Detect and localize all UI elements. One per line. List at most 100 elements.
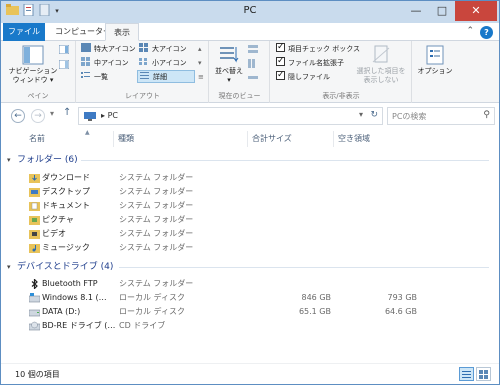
show-hide-group-label: 表示/非表示 [322, 92, 360, 100]
hide-selected-icon [372, 45, 390, 63]
search-box[interactable]: ⚲ [387, 107, 495, 125]
list-item[interactable]: BD-RE ドライブ (… CD ドライブ [1, 319, 499, 333]
breadcrumb[interactable]: ▸ PC [101, 111, 118, 120]
view-switcher [459, 367, 491, 381]
large-icons-view-button[interactable] [476, 367, 491, 381]
item-name: ミュージック [42, 243, 90, 252]
tab-file[interactable]: ファイル [3, 23, 45, 41]
item-name: Bluetooth FTP [42, 279, 98, 288]
collapse-chevron-icon[interactable]: ▾ [7, 260, 17, 274]
size-columns-icon[interactable] [248, 73, 261, 86]
item-checkboxes-toggle[interactable]: 項目チェック ボックス [276, 41, 360, 56]
column-header-name[interactable]: ▲ 名前 [25, 129, 114, 147]
details-pane-button[interactable] [59, 60, 72, 73]
navigation-pane-button[interactable]: ナビゲーション ウィンドウ ▾ [7, 45, 59, 85]
checkbox-checked[interactable] [276, 55, 285, 68]
checkbox-checked[interactable] [276, 69, 285, 82]
search-icon[interactable]: ⚲ [483, 110, 490, 120]
list-item[interactable]: ダウンロード システム フォルダー [1, 171, 499, 185]
close-button[interactable]: ✕ [455, 1, 497, 21]
breadcrumb-pc[interactable]: PC [108, 111, 118, 120]
options-button[interactable]: オプション [415, 45, 455, 76]
column-header-free-space[interactable]: 空き領域 [334, 131, 420, 147]
layout-list[interactable]: 一覧 [81, 71, 108, 84]
group-by-icon[interactable] [248, 45, 261, 58]
details-view-button[interactable] [459, 367, 474, 381]
column-header-total-size[interactable]: 合計サイズ [248, 131, 334, 147]
extra-large-icons-label: 特大アイコン [94, 45, 136, 53]
file-list: ▲ 名前 種類 合計サイズ 空き領域 ▾ フォルダー (6) ダウンロード システ… [1, 129, 499, 363]
section-divider [81, 160, 489, 161]
layout-extra-large-icons[interactable]: 特大アイコン [81, 43, 136, 56]
checkbox-checked[interactable] [276, 41, 285, 54]
details-view-icon [462, 371, 471, 378]
layout-large-icons[interactable]: 大アイコン [139, 43, 187, 56]
refresh-icon[interactable]: ↻ [370, 110, 378, 120]
sort-by-icon [220, 47, 239, 63]
layout-group: 特大アイコン 大アイコン 中アイコン 小アイコン 一覧 詳細 ▴ ▾ ≡ レイア… [77, 41, 209, 103]
layout-medium-icons[interactable]: 中アイコン [81, 57, 129, 70]
pc-icon [84, 112, 96, 121]
item-name: BD-RE ドライブ (… [42, 321, 116, 330]
sort-by-button[interactable]: 並べ替え ▾ [214, 45, 244, 85]
layout-details[interactable]: 詳細 [137, 70, 195, 83]
layout-small-icons[interactable]: 小アイコン [139, 57, 187, 70]
maximize-button[interactable]: □ [429, 1, 455, 21]
section-divider [119, 267, 489, 268]
sort-by-dropdown: ▾ [227, 76, 231, 84]
up-button[interactable]: ↑ [63, 107, 71, 118]
list-item[interactable]: DATA (D:) ローカル ディスク 65.1 GB 64.6 GB [1, 305, 499, 319]
item-type: システム フォルダー [119, 229, 194, 238]
list-item[interactable]: ミュージック システム フォルダー [1, 241, 499, 255]
list-item[interactable]: ピクチャ システム フォルダー [1, 213, 499, 227]
address-bar[interactable]: ▸ PC ▾ ↻ [78, 107, 383, 125]
list-item[interactable]: デスクトップ システム フォルダー [1, 185, 499, 199]
layout-more-icon[interactable]: ≡ [198, 71, 204, 84]
list-item[interactable]: ドキュメント システム フォルダー [1, 199, 499, 213]
file-extensions-toggle[interactable]: ファイル名拡張子 [276, 55, 344, 70]
section-devices-label: デバイスとドライブ (4) [17, 262, 114, 272]
details-label: 詳細 [153, 73, 167, 81]
item-name: ビデオ [42, 229, 66, 238]
hidden-items-label: 隠しファイル [288, 73, 330, 81]
layout-scroll-down-icon[interactable]: ▾ [198, 57, 202, 70]
item-type: ローカル ディスク [119, 293, 185, 302]
large-icons-view-icon [479, 370, 488, 379]
collapse-chevron-icon[interactable]: ▾ [7, 153, 17, 167]
bluetooth-icon [31, 279, 38, 289]
show-hide-group: 項目チェック ボックス ファイル名拡張子 隠しファイル 選択した項目を 表示しな… [271, 41, 412, 103]
column-total-size-label: 合計サイズ [252, 134, 292, 143]
status-bar: 10 個の項目 [1, 363, 499, 384]
item-type: システム フォルダー [119, 187, 194, 196]
minimize-button[interactable]: — [403, 1, 429, 21]
list-item[interactable]: Bluetooth FTP システム フォルダー [1, 277, 499, 291]
collapse-ribbon-icon[interactable]: ⌃ [466, 26, 474, 39]
medium-icons-icon [81, 57, 90, 66]
hidden-items-toggle[interactable]: 隠しファイル [276, 69, 330, 84]
preview-pane-button[interactable] [59, 45, 72, 58]
search-input[interactable] [392, 110, 476, 122]
item-name: DATA (D:) [42, 307, 81, 316]
options-group: オプション [413, 41, 459, 103]
small-icons-icon [139, 58, 147, 65]
column-header-type[interactable]: 種類 [114, 131, 248, 147]
section-header-devices[interactable]: ▾ デバイスとドライブ (4) [7, 260, 113, 274]
recent-locations-icon[interactable]: ▾ [50, 109, 54, 118]
forward-button[interactable]: → [31, 109, 45, 123]
address-dropdown-icon[interactable]: ▾ [359, 110, 363, 119]
ribbon-tabs: ファイル コンピューター 表示 ⌃ ? [1, 23, 499, 41]
item-type: システム フォルダー [119, 279, 194, 288]
help-icon[interactable]: ? [480, 26, 493, 39]
hide-selected-label-2: 表示しない [363, 76, 399, 84]
tab-view[interactable]: 表示 [105, 23, 139, 41]
hide-selected-items-button[interactable]: 選択した項目を 表示しない [353, 45, 409, 85]
desktop-folder-icon [29, 188, 40, 197]
list-item[interactable]: ビデオ システム フォルダー [1, 227, 499, 241]
file-extensions-label: ファイル名拡張子 [288, 59, 344, 67]
section-header-folders[interactable]: ▾ フォルダー (6) [7, 153, 78, 167]
layout-scroll-up-icon[interactable]: ▴ [198, 43, 202, 56]
add-columns-icon[interactable] [248, 59, 261, 72]
list-item[interactable]: Windows 8.1 (… ローカル ディスク 846 GB 793 GB [1, 291, 499, 305]
back-button[interactable]: ← [11, 109, 25, 123]
details-icon [140, 72, 149, 79]
